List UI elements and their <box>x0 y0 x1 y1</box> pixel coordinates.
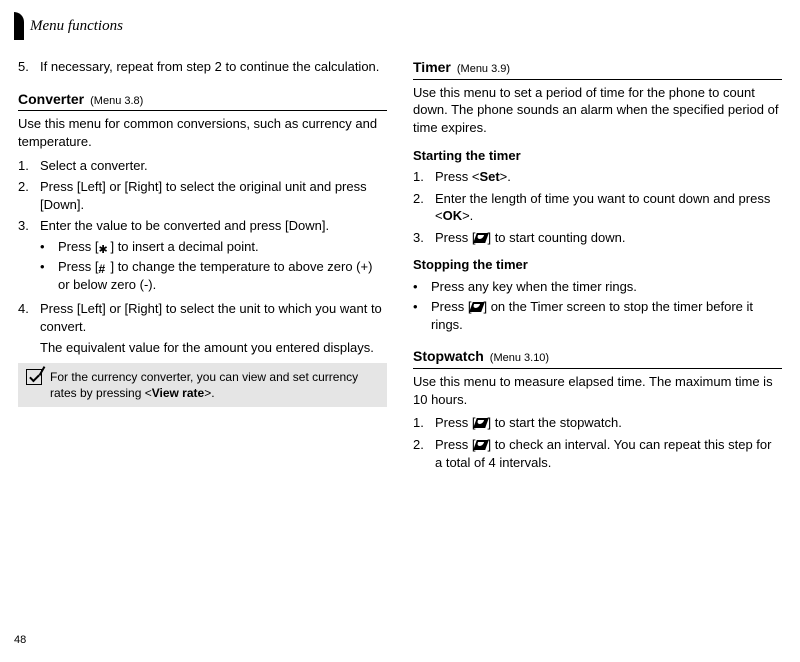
list-text: Press [ ] to start the stopwatch. <box>435 414 782 432</box>
text: Press [ <box>431 299 471 314</box>
list-item: 1. Press <Set>. <box>413 168 782 186</box>
menu-reference: (Menu 3.8) <box>90 94 143 109</box>
section-heading: Timer <box>413 58 451 77</box>
page-number: 48 <box>14 633 26 648</box>
bullet-item: • Press any key when the timer rings. <box>413 278 782 296</box>
hash-key-icon <box>98 260 110 272</box>
list-item: 1. Select a converter. <box>18 157 387 175</box>
list-item: 2. Press [] to check an interval. You ca… <box>413 436 782 471</box>
text: ] to start counting down. <box>487 230 625 245</box>
list-text: Press [] to check an interval. You can r… <box>435 436 782 471</box>
text-bold: View rate <box>152 386 204 400</box>
note-text: For the currency converter, you can view… <box>50 369 379 401</box>
list-item: 4. Press [Left] or [Right] to select the… <box>18 300 387 335</box>
text-bold: Set <box>479 169 499 184</box>
list-number: 2. <box>413 190 435 225</box>
section-stopwatch: Stopwatch (Menu 3.10) <box>413 347 782 369</box>
list-text: Press [Left] or [Right] to select the or… <box>40 178 387 213</box>
text: Press [ <box>58 239 98 254</box>
header-title: Menu functions <box>30 16 123 36</box>
list-number: 1. <box>413 414 435 432</box>
menu-reference: (Menu 3.10) <box>490 351 549 366</box>
paragraph: Use this menu for common conversions, su… <box>18 115 387 150</box>
list-text: Press [ ] to start counting down. <box>435 229 782 247</box>
bullet-item: • Press [ ] to insert a decimal point. <box>40 238 387 256</box>
text-bold: OK <box>443 208 463 223</box>
list-number: 1. <box>18 157 40 175</box>
bullet-text: Press [] to change the temperature to ab… <box>58 258 387 293</box>
list-number: 4. <box>18 300 40 335</box>
paragraph: Use this menu to measure elapsed time. T… <box>413 373 782 408</box>
paragraph: The equivalent value for the amount you … <box>40 339 387 357</box>
right-column: Timer (Menu 3.9) Use this menu to set a … <box>413 58 782 475</box>
text: Press [ <box>435 437 475 452</box>
list-item: 2. Press [Left] or [Right] to select the… <box>18 178 387 213</box>
list-number: 2. <box>18 178 40 213</box>
text: >. <box>204 386 214 400</box>
bullet-mark: • <box>40 238 58 256</box>
text: ] to start the stopwatch. <box>487 415 621 430</box>
list-item: 3. Press [ ] to start counting down. <box>413 229 782 247</box>
subheading: Starting the timer <box>413 147 782 165</box>
list-item: 3. Enter the value to be converted and p… <box>18 217 387 296</box>
header-accent-bar <box>14 12 24 40</box>
bullet-text: Press [ ] to insert a decimal point. <box>58 238 259 256</box>
text: >. <box>500 169 511 184</box>
text: >. <box>462 208 473 223</box>
text: Enter the value to be converted and pres… <box>40 218 329 233</box>
list-number: 3. <box>413 229 435 247</box>
sub-list: • Press [ ] to insert a decimal point. • … <box>40 238 387 294</box>
list-number: 3. <box>18 217 40 296</box>
section-converter: Converter (Menu 3.8) <box>18 90 387 112</box>
list-item: 2. Enter the length of time you want to … <box>413 190 782 225</box>
note-box: For the currency converter, you can view… <box>18 363 387 407</box>
text: ] to insert a decimal point. <box>110 239 258 254</box>
list-text: Press [Left] or [Right] to select the un… <box>40 300 387 335</box>
text: Press [ <box>58 259 98 274</box>
bullet-text: Press any key when the timer rings. <box>431 278 637 296</box>
list-text: Enter the value to be converted and pres… <box>40 217 387 296</box>
section-timer: Timer (Menu 3.9) <box>413 58 782 80</box>
bullet-mark: • <box>413 278 431 296</box>
list-text: Select a converter. <box>40 157 387 175</box>
paragraph: Use this menu to set a period of time fo… <box>413 84 782 137</box>
list-number: 2. <box>413 436 435 471</box>
list-number: 5. <box>18 58 40 76</box>
list-text: If necessary, repeat from step 2 to cont… <box>40 58 387 76</box>
bullet-text: Press [] on the Timer screen to stop the… <box>431 298 782 333</box>
list-item: 1. Press [ ] to start the stopwatch. <box>413 414 782 432</box>
text: Press < <box>435 169 479 184</box>
list-number: 1. <box>413 168 435 186</box>
note-icon <box>26 369 42 385</box>
page-header: Menu functions <box>14 12 123 40</box>
bullet-item: • Press [] on the Timer screen to stop t… <box>413 298 782 333</box>
list-text: Enter the length of time you want to cou… <box>435 190 782 225</box>
content-columns: 5. If necessary, repeat from step 2 to c… <box>18 58 782 475</box>
text: Press [ <box>435 230 475 245</box>
star-key-icon <box>98 240 110 252</box>
text: Press [ <box>435 415 475 430</box>
list-item: 5. If necessary, repeat from step 2 to c… <box>18 58 387 76</box>
section-heading: Stopwatch <box>413 347 484 366</box>
subheading: Stopping the timer <box>413 256 782 274</box>
left-column: 5. If necessary, repeat from step 2 to c… <box>18 58 387 475</box>
bullet-mark: • <box>413 298 431 333</box>
bullet-mark: • <box>40 258 58 293</box>
bullet-item: • Press [] to change the temperature to … <box>40 258 387 293</box>
list-text: Press <Set>. <box>435 168 782 186</box>
text: Enter the length of time you want to cou… <box>435 191 770 224</box>
section-heading: Converter <box>18 90 84 109</box>
menu-reference: (Menu 3.9) <box>457 62 510 77</box>
